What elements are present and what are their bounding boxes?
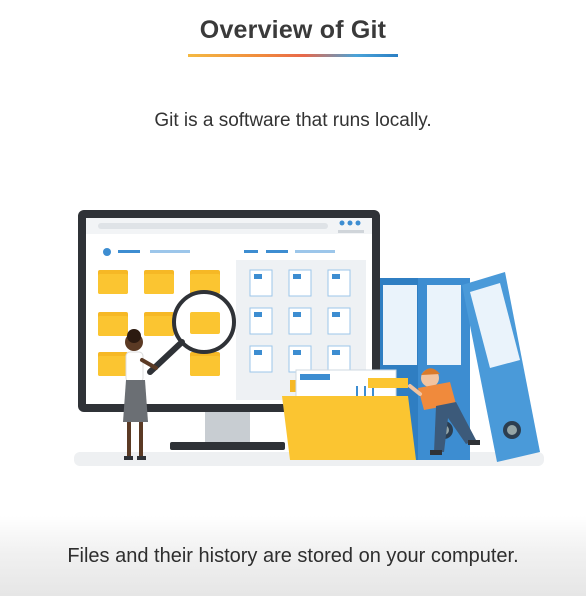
slide-caption: Files and their history are stored on yo… <box>67 545 519 567</box>
local-storage-illustration <box>74 210 544 466</box>
document-icon <box>327 269 351 297</box>
binder-icon <box>462 272 540 462</box>
folder-icon <box>98 352 128 376</box>
document-icon <box>249 307 273 335</box>
document-icon <box>249 345 273 373</box>
folder-icon <box>98 312 128 336</box>
document-icon <box>327 345 351 373</box>
document-grid <box>249 269 351 373</box>
document-icon <box>288 307 312 335</box>
folder-icon <box>144 270 174 294</box>
slide-subtitle: Git is a software that runs locally. <box>154 110 432 131</box>
document-icon <box>327 307 351 335</box>
document-icon <box>249 269 273 297</box>
folder-icon <box>98 270 128 294</box>
document-icon <box>288 269 312 297</box>
folder-icon <box>144 312 174 336</box>
slide-title: Overview of Git <box>199 16 387 44</box>
document-icon <box>288 345 312 373</box>
title-underline <box>188 54 398 57</box>
folder-icon <box>190 352 220 376</box>
folder-icon <box>282 369 416 460</box>
